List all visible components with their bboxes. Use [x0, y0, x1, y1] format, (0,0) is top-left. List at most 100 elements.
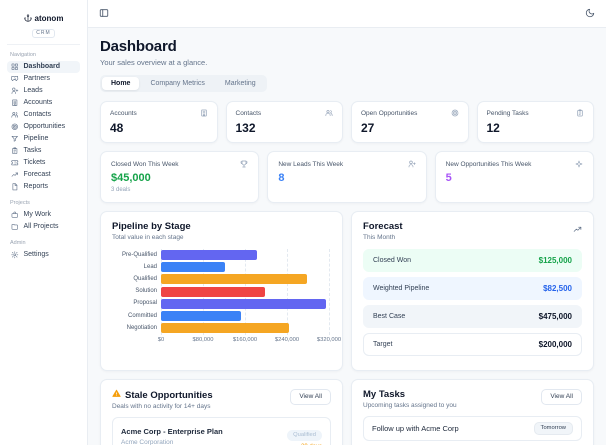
- theme-toggle-button[interactable]: [585, 5, 595, 23]
- forecast-row-target: Target $200,000: [363, 333, 582, 356]
- sidebar-item-reports[interactable]: Reports: [7, 181, 80, 193]
- forecast-row-value: $200,000: [538, 340, 572, 349]
- trophy-icon: [240, 160, 248, 168]
- briefcase-icon: [11, 211, 18, 218]
- chart-bar-row: Pre-Qualified: [112, 249, 331, 261]
- tab-home[interactable]: Home: [102, 77, 140, 90]
- chart-bar-row: Proposal: [112, 298, 331, 310]
- forecast-row-label: Best Case: [373, 313, 406, 320]
- tab-company-metrics[interactable]: Company Metrics: [141, 77, 213, 90]
- sidebar-item-opportunities[interactable]: Opportunities: [7, 121, 80, 133]
- grid-icon: [11, 63, 18, 71]
- stale-view-all-button[interactable]: View All: [290, 389, 331, 405]
- stat-card-accounts: Accounts 48: [100, 101, 218, 143]
- highlight-value: $45,000: [111, 172, 151, 184]
- sidebar-item-my-work[interactable]: My Work: [7, 209, 80, 221]
- highlight-label: New Opportunities This Week: [445, 160, 532, 168]
- user-plus-icon: [11, 87, 19, 95]
- chart-category-label: Qualified: [133, 275, 157, 282]
- chart-bar-solution[interactable]: [161, 286, 265, 297]
- highlight-card-new-leads-this-week: New Leads This Week 8: [267, 151, 427, 203]
- pipeline-chart-subtitle: Total value in each stage: [112, 234, 184, 241]
- sidebar-item-label: Settings: [23, 251, 49, 258]
- chart-bar-negotiation[interactable]: [161, 323, 289, 334]
- users-icon: [11, 112, 19, 118]
- sidebar-item-accounts[interactable]: Accounts: [7, 97, 80, 109]
- stale-title: Stale Opportunities: [125, 389, 213, 401]
- highlights-row: Closed Won This Week $45,000 3 deals New…: [100, 151, 594, 203]
- sidebar-item-label: Pipeline: [23, 135, 49, 142]
- sidebar-item-label: Tickets: [23, 159, 46, 166]
- sidebar-item-label: All Projects: [23, 223, 59, 230]
- sidebar-item-forecast[interactable]: Forecast: [7, 169, 80, 181]
- users-icon: [325, 110, 333, 116]
- opportunity-company: Acme Corporation: [121, 438, 174, 445]
- stale-subtitle: Deals with no activity for 14+ days: [112, 403, 211, 410]
- tab-marketing[interactable]: Marketing: [216, 77, 265, 90]
- chart-category-label: Proposal: [133, 300, 157, 307]
- forecast-subtitle: This Month: [363, 234, 396, 241]
- chart-bar-row: Solution: [112, 286, 331, 298]
- ticket-icon: [11, 160, 19, 166]
- forecast-row-best-case: Best Case $475,000: [363, 305, 582, 328]
- sidebar-item-label: Forecast: [23, 171, 51, 178]
- chart-bar-lead[interactable]: [161, 262, 225, 273]
- page-title: Dashboard: [100, 38, 177, 55]
- user-plus-icon: [408, 160, 416, 168]
- sidebar-item-tasks[interactable]: Tasks: [7, 145, 80, 157]
- chart-category-label: Lead: [143, 263, 157, 270]
- trending-up-icon: [573, 226, 582, 232]
- target-icon: [451, 109, 458, 117]
- chart-bar-pre-qualified[interactable]: [161, 250, 257, 261]
- moon-icon: [585, 8, 595, 17]
- forecast-card: Forecast This Month Closed Won $125,000 …: [351, 211, 594, 371]
- sidebar-item-partners[interactable]: Partners: [7, 73, 80, 85]
- stat-card-pending-tasks: Pending Tasks 12: [476, 101, 594, 143]
- task-name: Follow up with Acme Corp: [372, 424, 459, 433]
- target-icon: [11, 123, 18, 131]
- stat-label: Pending Tasks: [486, 109, 529, 117]
- clipboard-icon: [577, 109, 583, 117]
- chart-bar-committed[interactable]: [161, 311, 241, 322]
- sidebar-item-pipeline[interactable]: Pipeline: [7, 133, 80, 145]
- sidebar-item-label: Dashboard: [23, 63, 61, 70]
- stage-badge: Qualified: [287, 430, 322, 441]
- chart-x-axis: $0 $80,000 $160,000 $240,000 $320,000: [157, 337, 341, 345]
- sidebar-item-label: Accounts: [23, 99, 53, 106]
- tasks-list: Follow up with Acme Corp Tomorrow Prepar…: [363, 416, 582, 445]
- stat-value: 27: [361, 121, 375, 135]
- page-subtitle: Your sales overview at a glance.: [100, 58, 208, 67]
- stale-opportunities-card: Stale Opportunities Deals with no activi…: [100, 379, 343, 445]
- sidebar-item-contacts[interactable]: Contacts: [7, 109, 80, 121]
- charts-row: Pipeline by Stage Total value in each st…: [100, 211, 594, 371]
- gear-icon: [11, 251, 19, 259]
- sidebar-item-label: Opportunities: [23, 123, 66, 130]
- sidebar-toggle-button[interactable]: [99, 5, 109, 23]
- chart-bar-qualified[interactable]: [161, 274, 308, 285]
- highlight-label: Closed Won This Week: [111, 160, 179, 168]
- forecast-row-value: $82,500: [543, 284, 572, 293]
- chart-category-label: Committed: [127, 312, 157, 319]
- stat-card-open-opportunities: Open Opportunities 27: [351, 101, 469, 143]
- sidebar-item-label: Tasks: [23, 147, 42, 154]
- sidebar-section-label: Admin: [10, 240, 26, 246]
- stale-opportunity-item[interactable]: Acme Corp - Enterprise Plan Acme Corpora…: [112, 417, 331, 445]
- sidebar-item-tickets[interactable]: Tickets: [7, 157, 80, 169]
- sidebar-nav: Navigation Dashboard Partners Leads Acco…: [7, 52, 80, 261]
- task-item[interactable]: Follow up with Acme Corp Tomorrow: [363, 416, 582, 441]
- chart-bar-row: Lead: [112, 261, 331, 273]
- chart-category-label: Negotiation: [126, 324, 157, 331]
- chart-bar-proposal[interactable]: [161, 298, 326, 309]
- chart-x-tick: $0: [157, 337, 165, 343]
- sidebar-item-dashboard[interactable]: Dashboard: [7, 61, 80, 73]
- chart-bar-row: Qualified: [112, 273, 331, 285]
- sidebar-item-leads[interactable]: Leads: [7, 85, 80, 97]
- bottom-row: Stale Opportunities Deals with no activi…: [100, 379, 594, 445]
- sidebar-item-all-projects[interactable]: All Projects: [7, 221, 80, 233]
- sidebar-section-label: Navigation: [10, 52, 36, 58]
- sidebar-item-settings[interactable]: Settings: [7, 249, 80, 261]
- folder-icon: [11, 224, 18, 230]
- app-name: atonom: [34, 13, 64, 23]
- tasks-view-all-button[interactable]: View All: [541, 389, 582, 405]
- app-subtitle: CRM: [32, 29, 55, 38]
